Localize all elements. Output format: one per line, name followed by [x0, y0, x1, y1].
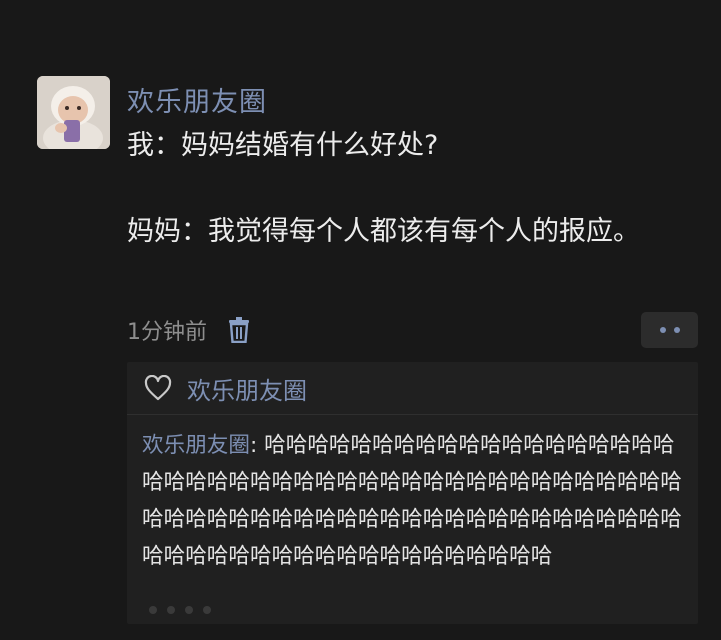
post-blank-line [127, 167, 687, 210]
comment-author[interactable]: 欢乐朋友圈 [142, 433, 250, 458]
heart-icon [144, 375, 172, 401]
comment-item[interactable]: 欢乐朋友圈: 哈哈哈哈哈哈哈哈哈哈哈哈哈哈哈哈哈哈哈哈哈哈哈哈哈哈哈哈哈哈哈哈哈… [127, 415, 694, 575]
trash-icon[interactable] [227, 317, 251, 343]
likes-name[interactable]: 欢乐朋友圈 [187, 371, 307, 406]
more-button[interactable] [641, 312, 698, 348]
faded-dot [149, 606, 157, 614]
faded-dot [203, 606, 211, 614]
post-content: 我：妈妈结婚有什么好处? 妈妈：我觉得每个人都该有每个人的报应。 [127, 124, 687, 253]
avatar-image [37, 76, 110, 149]
post-author[interactable]: 欢乐朋友圈 [127, 80, 267, 119]
post-line-2: 妈妈：我觉得每个人都该有每个人的报应。 [127, 216, 640, 247]
comment-separator: : [249, 433, 265, 458]
interaction-panel: 欢乐朋友圈 欢乐朋友圈: 哈哈哈哈哈哈哈哈哈哈哈哈哈哈哈哈哈哈哈哈哈哈哈哈哈哈哈… [127, 362, 698, 624]
faded-dot [167, 606, 175, 614]
faded-row [149, 606, 211, 614]
more-dots-icon [659, 327, 666, 333]
likes-row: 欢乐朋友圈 [127, 362, 698, 415]
faded-dot [185, 606, 193, 614]
more-dots-icon [673, 327, 680, 333]
post-time: 1分钟前 [127, 320, 207, 345]
post-line-1: 我：妈妈结婚有什么好处? [127, 130, 439, 161]
avatar[interactable] [37, 76, 110, 149]
post-meta: 1分钟前 [127, 313, 251, 347]
